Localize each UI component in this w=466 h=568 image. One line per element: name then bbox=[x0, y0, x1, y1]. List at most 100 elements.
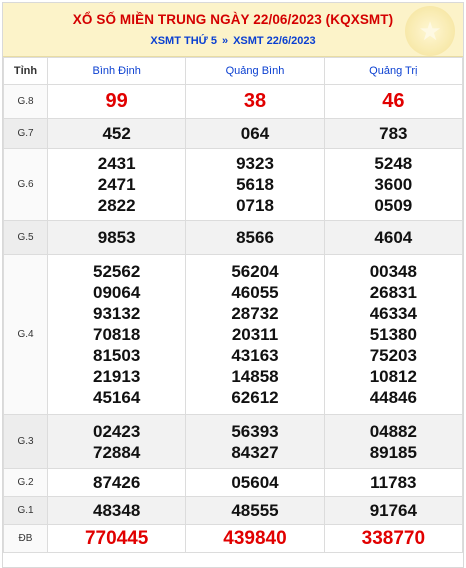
table-row: G.5 9853 8566 4604 bbox=[3, 220, 463, 255]
table-row: G.8 99 38 46 bbox=[3, 84, 463, 119]
prize-label: G.8 bbox=[3, 84, 48, 119]
prize-cell: 05604 bbox=[185, 468, 325, 497]
prize-number: 0509 bbox=[374, 196, 413, 215]
prize-number: 81503 bbox=[93, 346, 141, 365]
province-header[interactable]: Quảng Bình bbox=[185, 57, 325, 85]
prize-number: 3600 bbox=[374, 175, 413, 194]
table-row: G.4 52562 09064 93132 70818 81503 21913 45164 56… bbox=[3, 254, 463, 415]
prize-number: 84327 bbox=[231, 442, 279, 462]
prize-number: 48348 bbox=[93, 501, 141, 520]
prize-number: 452 bbox=[102, 124, 131, 143]
prize-label: G.3 bbox=[3, 414, 48, 469]
table-row: ĐB 770445 439840 338770 bbox=[3, 524, 463, 553]
prize-cell: 439840 bbox=[185, 524, 325, 553]
prize-number: 38 bbox=[243, 90, 267, 112]
prize-number: 10812 bbox=[369, 367, 417, 386]
prize-number: 87426 bbox=[93, 473, 141, 492]
province-header[interactable]: Bình Định bbox=[46, 57, 187, 85]
prize-number: 93132 bbox=[93, 304, 141, 323]
prize-cell: 00348 26831 46334 51380 75203 10812 44846 bbox=[323, 254, 463, 415]
prize-label: G.4 bbox=[3, 254, 48, 415]
prize-number: 0718 bbox=[236, 196, 274, 215]
prize-number: 43163 bbox=[231, 346, 279, 365]
breadcrumb: XSMT THỨ 5 » XSMT 22/6/2023 bbox=[3, 35, 463, 47]
table-row: G.3 02423 72884 56393 84327 04882 89185 bbox=[3, 414, 463, 469]
results-table: Tỉnh Bình Định Quảng Bình Quảng Trị G.8 9… bbox=[3, 57, 463, 553]
prize-number: 4604 bbox=[374, 228, 413, 247]
prize-cell: 87426 bbox=[46, 468, 187, 497]
prize-cell: 56204 46055 28732 20311 43163 14858 62612 bbox=[185, 254, 325, 415]
prize-number: 46334 bbox=[369, 304, 417, 323]
prize-number: 770445 bbox=[84, 528, 149, 549]
prize-number: 2822 bbox=[97, 196, 136, 215]
prize-number: 2471 bbox=[97, 175, 136, 194]
prize-cell: 2431 2471 2822 bbox=[46, 148, 187, 221]
prize-cell: 8566 bbox=[185, 220, 325, 255]
prize-cell: 770445 bbox=[46, 524, 187, 553]
breadcrumb-separator: » bbox=[221, 35, 229, 47]
prize-cell: 9323 5618 0718 bbox=[185, 148, 325, 221]
prize-number: 91764 bbox=[369, 501, 417, 520]
prize-cell: 5248 3600 0509 bbox=[323, 148, 463, 221]
table-row: G.6 2431 2471 2822 9323 5618 0718 5248 3600 0509 bbox=[3, 148, 463, 221]
prize-number: 45164 bbox=[93, 388, 141, 407]
results-panel: ★ XỔ SỐ MIỀN TRUNG NGÀY 22/06/2023 (KQXS… bbox=[2, 2, 464, 568]
prize-number: 21913 bbox=[93, 367, 141, 386]
prize-number: 56393 bbox=[231, 421, 279, 441]
prize-cell: 56393 84327 bbox=[185, 414, 325, 469]
table-row: G.2 87426 05604 11783 bbox=[3, 468, 463, 497]
prize-cell: 452 bbox=[46, 118, 187, 149]
prize-number: 338770 bbox=[361, 528, 426, 549]
table-row: G.1 48348 48555 91764 bbox=[3, 496, 463, 525]
prize-cell: 99 bbox=[46, 84, 187, 119]
prize-number: 52562 bbox=[93, 262, 141, 281]
page-title: XỔ SỐ MIỀN TRUNG NGÀY 22/06/2023 (KQXSMT… bbox=[72, 12, 394, 27]
prize-number: 20311 bbox=[231, 325, 279, 344]
prize-cell: 48555 bbox=[185, 496, 325, 525]
prize-number: 72884 bbox=[93, 442, 141, 462]
prize-number: 783 bbox=[379, 124, 408, 143]
link-xsmt-thu-5[interactable]: XSMT THỨ 5 bbox=[150, 35, 217, 47]
prize-cell: 783 bbox=[323, 118, 463, 149]
prize-cell: 04882 89185 bbox=[323, 414, 463, 469]
prize-number: 28732 bbox=[231, 304, 279, 323]
prize-number: 48555 bbox=[231, 501, 279, 520]
prize-cell: 11783 bbox=[323, 468, 463, 497]
prize-cell: 38 bbox=[185, 84, 325, 119]
prize-number: 89185 bbox=[369, 442, 417, 462]
prize-number: 02423 bbox=[93, 421, 141, 441]
prize-cell: 48348 bbox=[46, 496, 187, 525]
prize-cell: 52562 09064 93132 70818 81503 21913 45164 bbox=[46, 254, 187, 415]
prize-cell: 4604 bbox=[323, 220, 463, 255]
prize-label: G.6 bbox=[3, 148, 48, 221]
prize-label: G.1 bbox=[3, 496, 48, 525]
province-header[interactable]: Quảng Trị bbox=[323, 57, 463, 85]
prize-number: 05604 bbox=[231, 473, 279, 492]
prize-number: 064 bbox=[240, 124, 270, 143]
prize-number: 5618 bbox=[236, 175, 274, 194]
prize-cell: 338770 bbox=[323, 524, 463, 553]
prize-number: 99 bbox=[105, 90, 128, 112]
prize-number: 09064 bbox=[93, 283, 141, 302]
prize-number: 5248 bbox=[374, 154, 413, 173]
prize-label: G.2 bbox=[3, 468, 48, 497]
prize-number: 75203 bbox=[369, 346, 417, 365]
prize-label: G.7 bbox=[3, 118, 48, 149]
link-xsmt-date[interactable]: XSMT 22/6/2023 bbox=[233, 35, 316, 47]
prize-number: 51380 bbox=[369, 325, 417, 344]
table-header-row: Tỉnh Bình Định Quảng Bình Quảng Trị bbox=[3, 57, 463, 85]
prize-number: 56204 bbox=[231, 262, 279, 281]
prize-number: 04882 bbox=[369, 421, 417, 441]
prize-cell: 064 bbox=[185, 118, 325, 149]
table-row: G.7 452 064 783 bbox=[3, 118, 463, 149]
prize-label: G.5 bbox=[3, 220, 48, 255]
prize-number: 14858 bbox=[231, 367, 279, 386]
prize-number: 26831 bbox=[369, 283, 417, 302]
prize-number: 70818 bbox=[93, 325, 141, 344]
prize-number: 11783 bbox=[370, 473, 417, 492]
prize-number: 8566 bbox=[236, 228, 274, 247]
prize-label: ĐB bbox=[3, 524, 48, 553]
prize-number: 9853 bbox=[97, 228, 136, 247]
results-header: ★ XỔ SỐ MIỀN TRUNG NGÀY 22/06/2023 (KQXS… bbox=[3, 3, 463, 57]
prize-number: 62612 bbox=[231, 388, 279, 407]
